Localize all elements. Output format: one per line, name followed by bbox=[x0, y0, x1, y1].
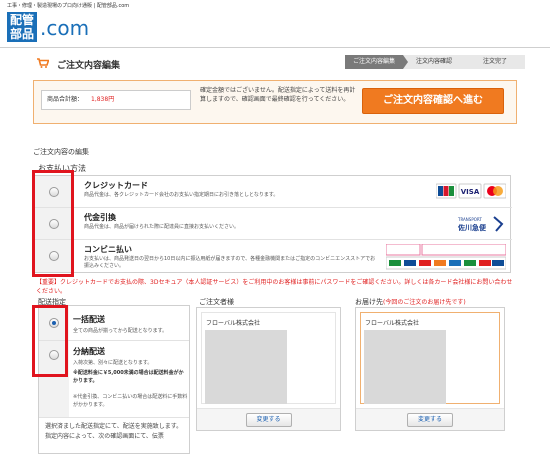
recipient-heading-note: (今回のご注文のお届け先です) bbox=[383, 299, 466, 306]
recipient-heading-label: お届け先 bbox=[355, 298, 383, 306]
orderer-company: フローバル株式会社 bbox=[206, 320, 260, 327]
recipient-heading: お届け先(今回のご注文のお届け先です) bbox=[355, 297, 466, 307]
step-complete: 注文完了 bbox=[465, 55, 525, 69]
header-divider bbox=[0, 47, 550, 48]
total-value: 1,838円 bbox=[91, 96, 115, 103]
payment-name: 代金引換 bbox=[84, 213, 116, 222]
delivery-desc: 入荷次第、別々に配送となります。 bbox=[73, 360, 153, 366]
payment-name: コンビニ払い bbox=[84, 245, 132, 254]
svg-text:佐川急便: 佐川急便 bbox=[457, 223, 487, 232]
recipient-company: フローバル株式会社 bbox=[365, 320, 419, 327]
delivery-radio-highlight bbox=[32, 305, 68, 377]
delivery-name: 分納配送 bbox=[73, 347, 105, 356]
change-orderer-button[interactable]: 変更する bbox=[245, 413, 292, 427]
delivery-desc: 全ての商品が揃ってから配送となります。 bbox=[73, 328, 168, 334]
delivery-fee-small-note: ※代金引換、コンビニ払いの場合は配送料に手数料がかかります。 bbox=[73, 394, 188, 408]
site-logo[interactable]: 配管 部品 .com bbox=[7, 10, 107, 42]
total-note: 確定金額ではございません。配送指定によって送料を再計算しますので、確認画面で最終… bbox=[200, 87, 356, 103]
change-recipient-button[interactable]: 変更する bbox=[407, 413, 453, 427]
site-tagline: 工事・修理・製造現場のプロ向け通販 | 配管部品.com bbox=[7, 3, 130, 9]
cart-icon bbox=[37, 58, 49, 68]
3d-secure-warning: 【重要】クレジットカードでお支払の際、3Dセキュア（本人認証サービス）をご利用中… bbox=[36, 279, 513, 295]
orderer-box: フローバル株式会社 変更する bbox=[196, 307, 341, 431]
logo-mark: 配管 部品 bbox=[7, 12, 37, 42]
step-confirm: 注文内容確認 bbox=[403, 55, 470, 69]
orderer-heading: ご注文者様 bbox=[199, 298, 234, 306]
page-title: ご注文内容編集 bbox=[57, 61, 121, 71]
orderer-card: フローバル株式会社 bbox=[201, 312, 336, 404]
delivery-footer-note: 選択済ました配送指定にて、配送を実施致します。指定内容によって、次の確認画面にて… bbox=[45, 423, 183, 440]
payment-row-credit[interactable]: クレジットカード 商品代金は、各クレジットカード会社のお支払い指定期日にお引き落… bbox=[34, 176, 512, 208]
payment-name: クレジットカード bbox=[84, 181, 148, 190]
payment-row-cod[interactable]: 代金引換 商品代金は、商品が届けられた際に配達員に直接お支払いください。 TRA… bbox=[34, 208, 512, 240]
payment-desc: お支払いは、商品発送日の翌日から10日以内に振込用紙が届きますので、各種金融機関… bbox=[84, 256, 376, 269]
delivery-fee-note: ※配送料金に￥5,000未満の場合は配送料金がかかります。 bbox=[73, 370, 184, 384]
courier-logo: TRANSPORT 佐川急便 bbox=[456, 214, 506, 236]
payment-methods: クレジットカード 商品代金は、各クレジットカード会社のお支払い指定期日にお引き落… bbox=[33, 175, 512, 273]
edit-heading: ご注文内容の編集 bbox=[33, 148, 89, 156]
sagawa-icon: TRANSPORT 佐川急便 bbox=[457, 216, 504, 232]
delivery-name: 一括配送 bbox=[73, 315, 105, 324]
payment-desc: 商品代金は、各クレジットカード会社のお支払い指定期日にお引き落としとなります。 bbox=[84, 192, 279, 198]
confirm-order-button[interactable]: ご注文内容確認へ進む bbox=[362, 88, 504, 114]
payment-row-convenience[interactable]: コンビニ払い お支払いは、商品発送日の翌日から10日以内に振込用紙が届きますので… bbox=[34, 240, 512, 272]
payment-desc: 商品代金は、商品が届けられた際に配達員に直接お支払いください。 bbox=[84, 224, 240, 230]
card-logos: VISA bbox=[435, 183, 507, 201]
svg-text:TRANSPORT: TRANSPORT bbox=[457, 217, 482, 222]
orderer-address-redacted bbox=[205, 330, 287, 404]
convenience-logos bbox=[385, 243, 507, 272]
total-label: 商品合計額： bbox=[47, 96, 84, 103]
orderer-actions: 変更する bbox=[197, 408, 340, 430]
recipient-address-redacted bbox=[364, 330, 446, 404]
logo-domain: .com bbox=[40, 16, 90, 40]
convenience-store-icons bbox=[385, 243, 507, 270]
card-brand-icons: VISA bbox=[435, 183, 507, 199]
step-edit: ご注文内容編集 bbox=[345, 55, 408, 69]
progress-steps: ご注文内容編集 注文内容確認 注文完了 bbox=[345, 55, 525, 69]
payment-radio-highlight bbox=[32, 170, 74, 277]
recipient-box: フローバル株式会社 変更する bbox=[355, 307, 505, 431]
total-box: 商品合計額： 1,838円 bbox=[41, 90, 191, 110]
recipient-card: フローバル株式会社 bbox=[360, 312, 500, 404]
recipient-actions: 変更する bbox=[356, 408, 504, 430]
svg-text:VISA: VISA bbox=[461, 188, 480, 196]
